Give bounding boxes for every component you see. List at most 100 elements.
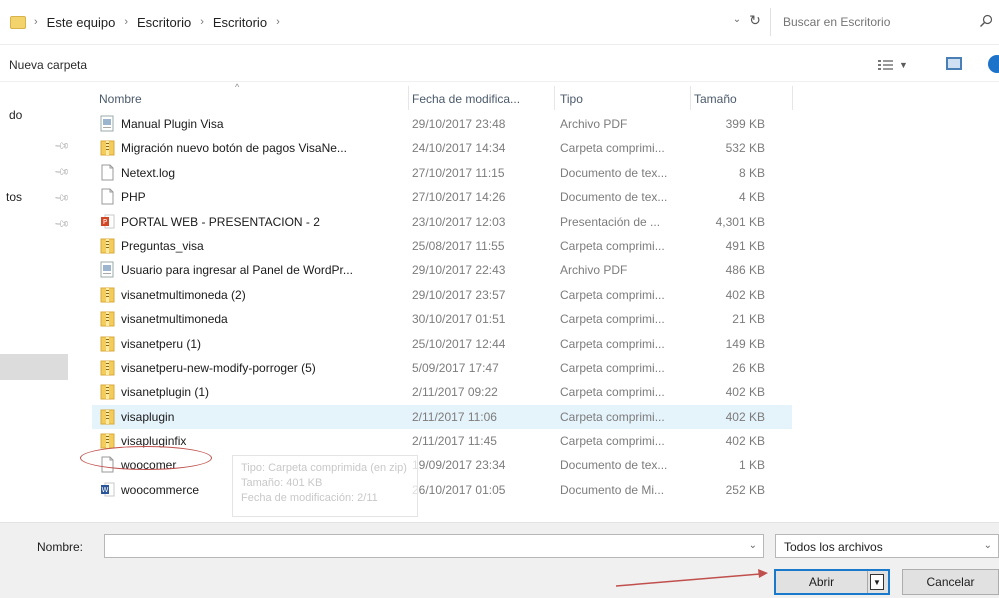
zip-folder-icon: [100, 310, 115, 327]
breadcrumb[interactable]: › Este equipo › Escritorio › Escritorio …: [6, 8, 762, 36]
breadcrumb-item-escritorio[interactable]: Escritorio: [137, 15, 191, 30]
address-history-dropdown-icon[interactable]: ⌄: [730, 14, 744, 28]
navigation-pane: do 📌︎ 📌︎ tos 📌︎ 📌︎: [0, 82, 80, 492]
sort-ascending-icon: ^: [235, 82, 240, 92]
file-name[interactable]: visanetmultimoneda (2): [121, 288, 406, 302]
annotation-ellipse: [80, 446, 212, 470]
chevron-right-icon[interactable]: ›: [276, 16, 280, 28]
file-size: 21 KB: [732, 312, 765, 327]
file-name[interactable]: PHP: [121, 190, 406, 204]
word-document-icon: W: [100, 481, 115, 498]
tooltip-type: Tipo: Carpeta comprimida (en zip): [241, 462, 407, 474]
chevron-down-icon[interactable]: ⌄: [749, 540, 757, 551]
search-input[interactable]: [771, 15, 971, 29]
zip-folder-icon: [100, 139, 115, 156]
file-name[interactable]: visanetperu (1): [121, 337, 406, 351]
file-name[interactable]: visanetmultimoneda: [121, 312, 406, 326]
tooltip-size: Tamaño: 401 KB: [241, 477, 323, 489]
file-date: 25/10/2017 12:44: [412, 336, 506, 351]
column-header-type[interactable]: Tipo: [560, 92, 583, 106]
file-type: Documento de tex...: [560, 458, 668, 473]
search-icon[interactable]: [979, 14, 993, 28]
new-folder-button[interactable]: Nueva carpeta: [9, 58, 87, 72]
refresh-icon[interactable]: ↻: [746, 12, 764, 30]
file-name[interactable]: Migración nuevo botón de pagos VisaNe...: [121, 141, 406, 155]
file-name[interactable]: Preguntas_visa: [121, 239, 406, 253]
folder-icon: [10, 15, 26, 29]
file-rows: Manual Plugin Visa 29/10/2017 23:48 Archiv…: [92, 112, 812, 502]
nav-item-do[interactable]: do: [9, 108, 22, 122]
file-date: 2/11/2017 11:06: [412, 409, 497, 424]
column-divider[interactable]: [792, 86, 793, 110]
column-divider[interactable]: [408, 86, 409, 110]
search-box[interactable]: [770, 8, 999, 36]
file-date: 29/10/2017 22:43: [412, 263, 506, 278]
file-name[interactable]: Manual Plugin Visa: [121, 117, 406, 131]
file-date: 27/10/2017 14:26: [412, 190, 506, 205]
column-header-size[interactable]: Tamaño: [694, 92, 737, 106]
breadcrumb-item-escritorio-current[interactable]: Escritorio: [213, 15, 267, 30]
file-date: 2/11/2017 11:45: [412, 434, 497, 449]
pin-icon[interactable]: 📌︎: [53, 164, 70, 181]
file-name[interactable]: PORTAL WEB - PRESENTACION - 2: [121, 215, 406, 229]
open-split-dropdown-icon[interactable]: ▼: [870, 574, 884, 590]
pin-icon[interactable]: 📌︎: [53, 190, 70, 207]
column-header-name[interactable]: Nombre: [99, 92, 142, 106]
file-row[interactable]: PHP 27/10/2017 14:26 Documento de tex... 4 …: [92, 185, 792, 209]
zip-folder-icon: [100, 335, 115, 352]
filename-input[interactable]: [105, 535, 735, 557]
nav-item-selected[interactable]: [0, 354, 68, 380]
tooltip-date: Fecha de modificación: 2/11: [241, 492, 378, 504]
chevron-down-icon[interactable]: ⌄: [984, 540, 992, 551]
file-type: Archivo PDF: [560, 263, 628, 278]
file-type: Carpeta comprimi...: [560, 336, 665, 351]
file-row[interactable]: P PORTAL WEB - PRESENTACION - 2 23/10/2017…: [92, 210, 792, 234]
file-row[interactable]: Preguntas_visa 25/08/2017 11:55 Carpeta co…: [92, 234, 792, 258]
file-name[interactable]: visanetperu-new-modify-porroger (5): [121, 361, 406, 375]
chevron-right-icon[interactable]: ›: [124, 16, 128, 28]
chevron-right-icon[interactable]: ›: [34, 16, 38, 28]
file-size: 402 KB: [725, 434, 765, 449]
open-button[interactable]: Abrir ▼: [774, 569, 890, 595]
file-row[interactable]: visanetperu-new-modify-porroger (5) 5/09/…: [92, 356, 792, 380]
file-row[interactable]: Migración nuevo botón de pagos VisaNe...…: [92, 136, 792, 160]
svg-text:W: W: [102, 486, 109, 494]
open-button-label[interactable]: Abrir: [776, 571, 868, 593]
file-date: 29/10/2017 23:48: [412, 117, 506, 131]
file-tooltip: Tipo: Carpeta comprimida (en zip) Tamaño…: [232, 455, 418, 517]
pdf-file-icon: [100, 261, 115, 278]
file-name[interactable]: visanetplugin (1): [121, 385, 406, 399]
file-row[interactable]: visanetplugin (1) 2/11/2017 09:22 Carpeta …: [92, 380, 792, 404]
file-type: Presentación de ...: [560, 214, 661, 229]
file-row[interactable]: Usuario para ingresar al Panel de WordPr…: [92, 258, 792, 282]
view-options-button[interactable]: ▼: [878, 57, 912, 73]
file-row[interactable]: Wwoocommerce 26/10/2017 01:05 Documento de…: [92, 478, 792, 502]
file-size: 26 KB: [732, 360, 765, 375]
file-row[interactable]: Manual Plugin Visa 29/10/2017 23:48 Archiv…: [92, 112, 792, 136]
chevron-right-icon[interactable]: ›: [200, 16, 204, 28]
pin-icon[interactable]: 📌︎: [53, 138, 70, 155]
nav-item-tos[interactable]: tos: [6, 190, 22, 204]
chevron-down-icon[interactable]: ▼: [899, 60, 908, 70]
filename-field[interactable]: ⌄: [104, 534, 764, 558]
help-icon[interactable]: [988, 55, 999, 73]
file-name[interactable]: Usuario para ingresar al Panel de WordPr…: [121, 263, 406, 277]
file-row[interactable]: visanetperu (1) 25/10/2017 12:44 Carpeta c…: [92, 332, 792, 356]
file-name[interactable]: visaplugin: [121, 410, 406, 424]
file-type: Carpeta comprimi...: [560, 409, 665, 424]
file-type-filter[interactable]: Todos los archivos ⌄: [775, 534, 999, 558]
file-row[interactable]: visanetmultimoneda 30/10/2017 01:51 Carpet…: [92, 307, 792, 331]
file-row[interactable]: Netext.log 27/10/2017 11:15 Documento de t…: [92, 161, 792, 185]
file-row[interactable]: visaplugin 2/11/2017 11:06 Carpeta comprim…: [92, 404, 792, 430]
column-header-date[interactable]: Fecha de modifica...: [412, 92, 520, 106]
file-name[interactable]: Netext.log: [121, 166, 406, 180]
file-size: 8 KB: [738, 165, 765, 180]
column-divider[interactable]: [554, 86, 555, 110]
cancel-button[interactable]: Cancelar: [902, 569, 999, 595]
breadcrumb-item-este-equipo[interactable]: Este equipo: [47, 15, 116, 30]
file-row[interactable]: visanetmultimoneda (2) 29/10/2017 23:57 Ca…: [92, 283, 792, 307]
column-divider[interactable]: [690, 86, 691, 110]
preview-pane-icon[interactable]: [946, 57, 962, 70]
pin-icon[interactable]: 📌︎: [53, 216, 70, 233]
file-size: 486 KB: [725, 263, 765, 278]
